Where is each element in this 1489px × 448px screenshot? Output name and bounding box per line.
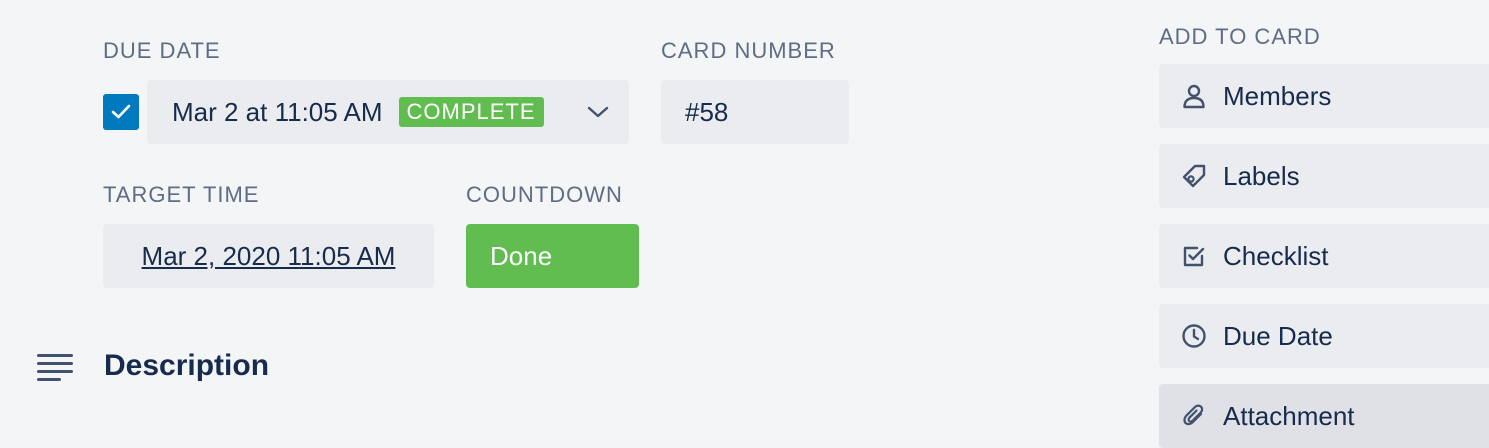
due-date-dropdown[interactable]: Mar 2 at 11:05 AM COMPLETE xyxy=(147,80,629,144)
countdown-status: Done xyxy=(466,224,639,288)
person-icon xyxy=(1181,83,1207,109)
checklist-icon xyxy=(1181,243,1207,269)
members-label: Members xyxy=(1223,80,1332,111)
tag-icon xyxy=(1181,163,1207,189)
labels-button[interactable]: Labels xyxy=(1159,144,1489,208)
card-number-label: CARD NUMBER xyxy=(661,38,836,63)
paperclip-icon xyxy=(1181,403,1207,429)
description-icon xyxy=(37,354,73,381)
due-date-button[interactable]: Due Date xyxy=(1159,304,1489,368)
attachment-label: Attachment xyxy=(1223,400,1355,431)
description-title: Description xyxy=(104,349,270,382)
checkmark-icon xyxy=(111,104,131,119)
clock-icon xyxy=(1181,323,1207,349)
due-date-value: Mar 2 at 11:05 AM xyxy=(172,96,383,127)
due-date-label: DUE DATE xyxy=(103,38,221,63)
members-button[interactable]: Members xyxy=(1159,64,1489,128)
due-date-button-label: Due Date xyxy=(1223,320,1333,351)
attachment-button[interactable]: Attachment xyxy=(1159,384,1489,448)
due-date-complete-checkbox[interactable] xyxy=(103,94,139,130)
target-time-link[interactable]: Mar 2, 2020 11:05 AM xyxy=(142,241,396,272)
checklist-label: Checklist xyxy=(1223,240,1329,271)
target-time-field: Mar 2, 2020 11:05 AM xyxy=(103,224,434,288)
add-to-card-heading: ADD TO CARD xyxy=(1159,24,1321,49)
labels-label: Labels xyxy=(1223,160,1300,191)
checklist-button[interactable]: Checklist xyxy=(1159,224,1489,288)
card-number-value: #58 xyxy=(685,96,729,127)
complete-badge: COMPLETE xyxy=(398,97,544,127)
countdown-value: Done xyxy=(490,240,553,271)
chevron-down-icon xyxy=(587,106,609,118)
countdown-label: COUNTDOWN xyxy=(466,182,623,207)
target-time-label: TARGET TIME xyxy=(103,182,260,207)
card-number-field: #58 xyxy=(661,80,849,144)
